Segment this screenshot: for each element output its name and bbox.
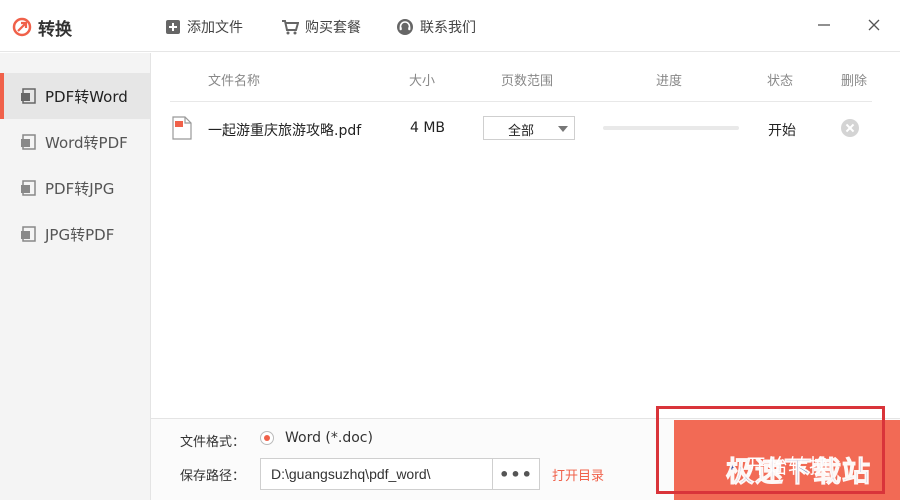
contact-us-label: 联系我们 (420, 20, 476, 36)
headset-icon (397, 19, 413, 35)
sidebar-item-label: PDF转JPG (45, 179, 115, 198)
start-status-button[interactable]: 开始 (768, 120, 796, 140)
file-table-header: 文件名称 大小 页数范围 进度 状态 删除 (170, 62, 872, 102)
browse-button[interactable]: ••• (493, 458, 540, 490)
close-icon[interactable] (865, 16, 883, 34)
save-path-input[interactable] (260, 458, 493, 490)
buy-package-label: 购买套餐 (305, 20, 361, 36)
page-range-select[interactable]: 全部 (483, 116, 575, 140)
file-size: 4 MB (410, 120, 446, 136)
add-file-label: 添加文件 (187, 20, 243, 36)
open-directory-link[interactable]: 打开目录 (552, 465, 604, 484)
image-icon (21, 180, 36, 196)
add-file-icon (166, 20, 180, 34)
progress-bar (603, 126, 739, 130)
column-header-progress: 进度 (656, 74, 683, 89)
app-title: 转换 (38, 20, 72, 40)
sidebar-item-pdf-to-word[interactable]: PDF转Word (0, 73, 150, 119)
format-option-label: Word (*.doc) (285, 430, 373, 446)
minimize-icon[interactable] (815, 16, 833, 34)
app-logo-icon (12, 17, 32, 37)
sidebar-item-word-to-pdf[interactable]: Word转PDF (0, 119, 150, 165)
save-path-label: 保存路径： (180, 469, 246, 484)
column-header-pages: 页数范围 (501, 74, 554, 89)
column-header-name: 文件名称 (208, 74, 261, 89)
sidebar: PDF转Word Word转PDF PDF转JPG JPG转PDF (0, 53, 151, 500)
watermark-text: 极速下载站 (725, 455, 872, 489)
chevron-down-icon (558, 126, 568, 132)
column-header-status: 状态 (767, 74, 794, 89)
document-icon (21, 134, 36, 150)
file-name: 一起游重庆旅游攻略.pdf (208, 123, 362, 139)
buy-package-button[interactable]: 购买套餐 (281, 17, 361, 37)
sidebar-item-label: PDF转Word (45, 87, 128, 106)
sidebar-item-jpg-to-pdf[interactable]: JPG转PDF (0, 211, 150, 257)
format-radio[interactable] (260, 431, 274, 445)
add-file-button[interactable]: 添加文件 (165, 17, 243, 37)
more-icon: ••• (499, 464, 533, 484)
format-label: 文件格式： (180, 435, 246, 450)
cart-icon (282, 20, 299, 35)
column-header-delete: 删除 (841, 74, 868, 89)
sidebar-item-label: Word转PDF (45, 133, 128, 152)
image-icon (21, 226, 36, 242)
sidebar-item-pdf-to-jpg[interactable]: PDF转JPG (0, 165, 150, 211)
table-row: 一起游重庆旅游攻略.pdf 4 MB 全部 开始 (170, 108, 872, 148)
contact-us-button[interactable]: 联系我们 (396, 17, 476, 37)
title-bar: 转换 添加文件 购买套餐 联系我们 (0, 0, 900, 52)
column-header-size: 大小 (409, 74, 436, 89)
document-icon (21, 88, 36, 104)
page-range-value: 全部 (508, 124, 535, 139)
sidebar-item-label: JPG转PDF (45, 225, 115, 244)
delete-icon[interactable] (841, 119, 859, 137)
pdf-file-icon (172, 116, 192, 140)
